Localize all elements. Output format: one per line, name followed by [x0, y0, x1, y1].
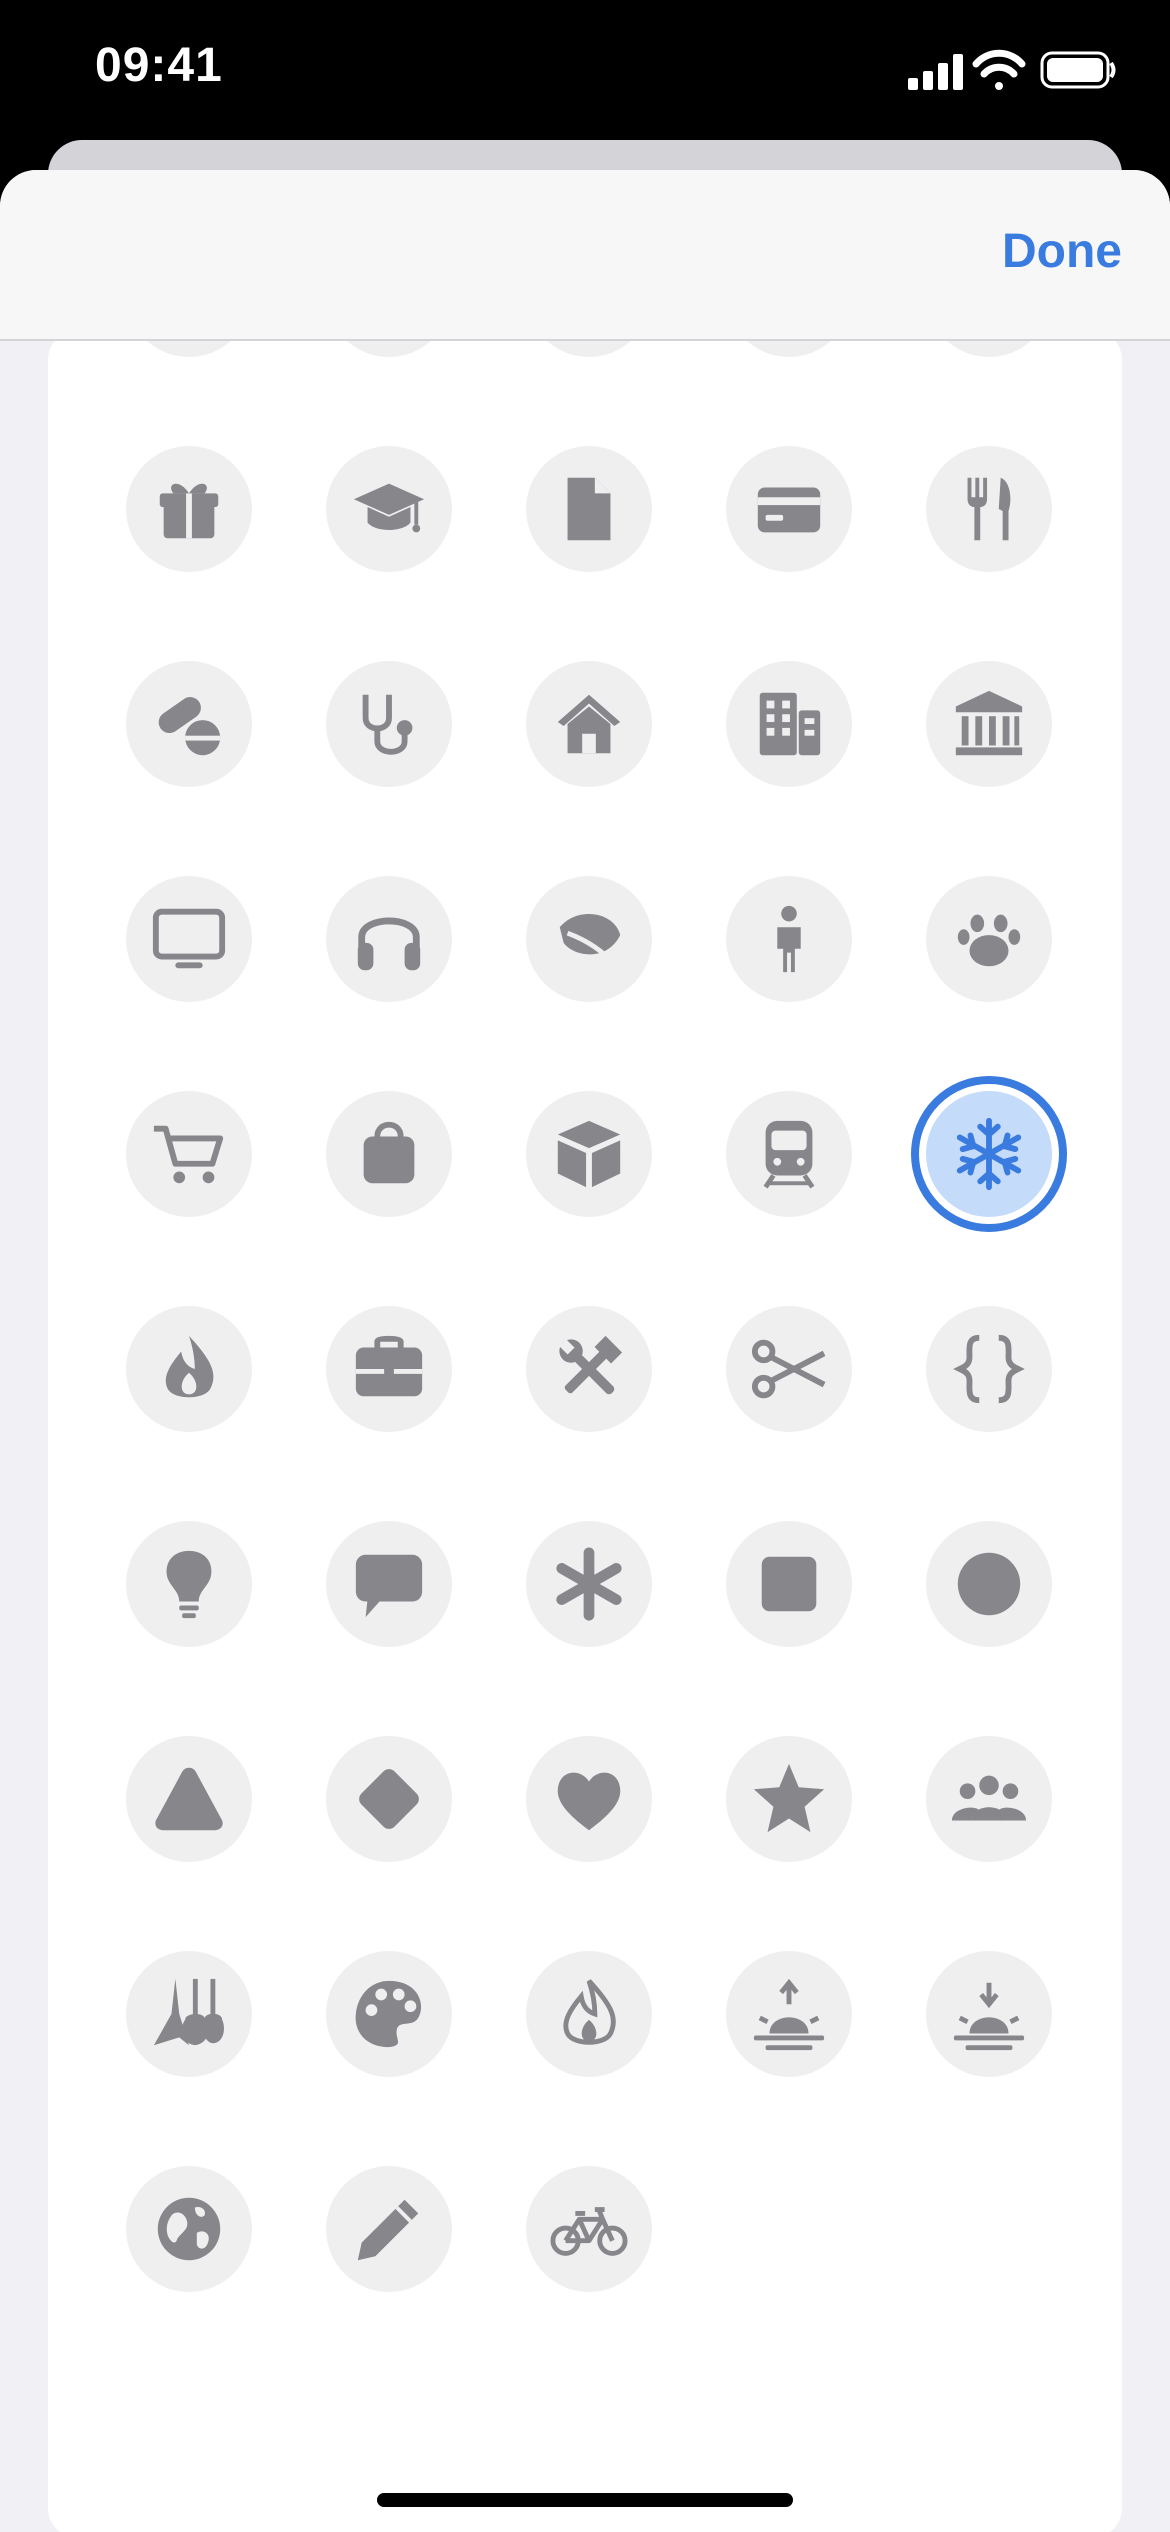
scissors-icon	[751, 1339, 826, 1399]
icon-option-sunset[interactable]	[926, 1951, 1052, 2077]
icon-option-tools[interactable]	[526, 1306, 652, 1432]
bag-icon	[363, 1121, 415, 1184]
icon-option-scissors[interactable]	[726, 1306, 852, 1432]
speech-bubble-icon	[355, 1554, 423, 1618]
wifi-icon	[972, 49, 1026, 90]
icon-option-lightbulb[interactable]	[126, 1521, 252, 1647]
cart-icon	[153, 1125, 224, 1184]
icon-option-cart[interactable]	[126, 1091, 252, 1217]
icon-option-fork-knife[interactable]	[926, 446, 1052, 572]
icon-option-building[interactable]	[726, 661, 852, 787]
fork-knife-icon	[967, 477, 1011, 541]
icon-option-square[interactable]	[726, 1521, 852, 1647]
pencil-icon	[357, 2199, 419, 2261]
leaf-icon	[559, 913, 621, 966]
pills-icon	[158, 697, 221, 756]
tram-icon	[763, 1120, 815, 1189]
battery-icon	[1040, 51, 1116, 89]
icon-option-snowflake[interactable]	[926, 1091, 1052, 1217]
lightbulb-icon	[166, 1550, 212, 1619]
icon-option-heart[interactable]	[526, 1736, 652, 1862]
home-indicator[interactable]	[377, 2493, 793, 2507]
icon-option-curly-braces[interactable]	[926, 1306, 1052, 1432]
icon-option-triangle[interactable]	[126, 1736, 252, 1862]
icon-option-asterisk[interactable]	[526, 1521, 652, 1647]
status-bar: 09:41	[0, 0, 1170, 140]
icon-option-shipping-box[interactable]	[526, 1091, 652, 1217]
group-icon	[951, 1775, 1027, 1821]
display-icon	[152, 908, 226, 969]
icon-option-bank[interactable]	[926, 661, 1052, 787]
icon-option-credit-card[interactable]	[726, 446, 852, 572]
icon-option-person[interactable]	[726, 876, 852, 1002]
done-button[interactable]: Done	[1002, 224, 1122, 279]
icon-option-pencil[interactable]	[326, 2166, 452, 2292]
icon-option-gift[interactable]	[126, 446, 252, 572]
icon-option-guitars[interactable]	[126, 1951, 252, 2077]
sunset-icon	[953, 1982, 1025, 2051]
cellular-signal-icon	[908, 54, 963, 90]
icon-option-house[interactable]	[526, 661, 652, 787]
icon-option-sunrise[interactable]	[726, 1951, 852, 2077]
snowflake-icon	[956, 1117, 1022, 1191]
status-icons	[908, 49, 1116, 90]
person-icon	[777, 905, 801, 973]
icon-option-diamond[interactable]	[326, 1736, 452, 1862]
tools-icon	[559, 1335, 623, 1395]
square-icon	[761, 1556, 817, 1612]
icon-option-tram[interactable]	[726, 1091, 852, 1217]
palette-icon	[355, 1980, 422, 2048]
building-icon	[759, 692, 821, 756]
headphones-icon	[357, 917, 421, 971]
icon-option-flame-drop[interactable]	[126, 1306, 252, 1432]
icon-option-bag[interactable]	[326, 1091, 452, 1217]
graduation-cap-icon	[353, 483, 425, 533]
icon-option-star[interactable]	[726, 1736, 852, 1862]
icon-option-stethoscope[interactable]	[326, 661, 452, 787]
asterisk-icon	[556, 1547, 622, 1621]
star-icon	[753, 1763, 825, 1833]
navigation-bar: Done	[0, 170, 1170, 341]
credit-card-icon	[757, 487, 821, 533]
bicycle-icon	[550, 2207, 628, 2256]
icon-option-document[interactable]	[526, 446, 652, 572]
icon-option-leaf[interactable]	[526, 876, 652, 1002]
house-icon	[557, 694, 621, 754]
icon-option-headphones[interactable]	[326, 876, 452, 1002]
icon-option-pills[interactable]	[126, 661, 252, 787]
globe-icon	[157, 2197, 221, 2261]
sunrise-icon	[753, 1978, 825, 2051]
guitars-icon	[153, 1978, 224, 2046]
curly-braces-icon	[953, 1334, 1025, 1404]
gift-icon	[159, 483, 219, 539]
icon-option-flame[interactable]	[526, 1951, 652, 2077]
icon-option-speech-bubble[interactable]	[326, 1521, 452, 1647]
icon-option-palette[interactable]	[326, 1951, 452, 2077]
icon-option-globe[interactable]	[126, 2166, 252, 2292]
flame-drop-icon	[165, 1335, 214, 1398]
stethoscope-icon	[362, 694, 413, 755]
briefcase-icon	[355, 1335, 423, 1397]
heart-icon	[557, 1772, 621, 1831]
diamond-icon	[359, 1769, 419, 1829]
icon-option-paw[interactable]	[926, 876, 1052, 1002]
document-icon	[567, 477, 611, 541]
paw-icon	[957, 914, 1021, 967]
icon-option-graduation-cap[interactable]	[326, 446, 452, 572]
icon-option-group[interactable]	[926, 1736, 1052, 1862]
bank-icon	[955, 690, 1023, 756]
triangle-icon	[155, 1767, 223, 1831]
icon-grid-card[interactable]	[48, 330, 1122, 2532]
icon-option-bicycle[interactable]	[526, 2166, 652, 2292]
shipping-box-icon	[557, 1120, 621, 1188]
icon-option-circle[interactable]	[926, 1521, 1052, 1647]
icon-picker-sheet: Done	[0, 170, 1170, 2532]
circle-icon	[957, 1552, 1021, 1616]
icon-option-briefcase[interactable]	[326, 1306, 452, 1432]
flame-icon	[563, 1979, 616, 2045]
icon-option-display[interactable]	[126, 876, 252, 1002]
